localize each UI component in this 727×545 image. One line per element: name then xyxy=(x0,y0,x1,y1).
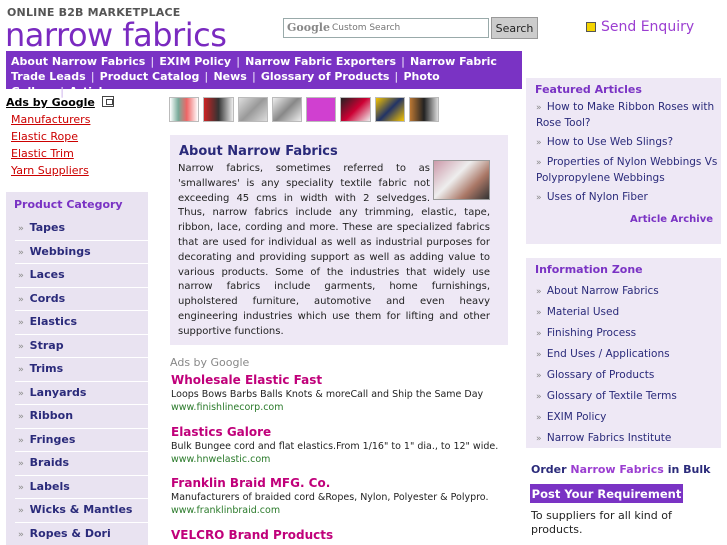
thumbnail-trims[interactable] xyxy=(374,97,405,122)
category-item[interactable]: » Elastics xyxy=(15,311,148,335)
info-link[interactable]: » About Narrow Fabrics xyxy=(526,284,721,300)
ad-title[interactable]: Franklin Braid MFG. Co. xyxy=(171,476,511,490)
nav-about[interactable]: About Narrow Fabrics xyxy=(11,55,145,68)
send-enquiry-label: Send Enquiry xyxy=(601,19,695,35)
category-item[interactable]: » Fringes xyxy=(15,429,148,452)
about-title: About Narrow Fabrics xyxy=(179,144,338,159)
article-link[interactable]: » Properties of Nylon Webbings Vs Polypr… xyxy=(526,155,721,186)
site-logo[interactable]: narrow fabrics xyxy=(5,16,227,54)
category-item[interactable]: » Webbings xyxy=(15,241,148,264)
ad-url[interactable]: www.finishlinecorp.com xyxy=(171,402,511,413)
send-enquiry-link[interactable]: Send Enquiry xyxy=(586,19,694,35)
info-link[interactable]: » Material Used xyxy=(526,305,721,321)
product-thumbnails xyxy=(169,97,439,122)
featured-articles-title: Featured Articles xyxy=(535,83,642,96)
search-button[interactable]: Search xyxy=(491,17,538,39)
ad-description: Manufacturers of braided cord &Ropes, Ny… xyxy=(171,492,489,503)
thumbnail-ribbon[interactable] xyxy=(408,97,439,122)
nav-news[interactable]: News xyxy=(213,70,246,83)
ad-description: Loops Bows Barbs Balls Knots & moreCall … xyxy=(171,389,484,400)
category-item[interactable]: » Braids xyxy=(15,452,148,476)
information-zone-title: Information Zone xyxy=(535,263,643,276)
thumbnail-webbings[interactable] xyxy=(203,97,234,122)
category-item[interactable]: » Tapes xyxy=(15,217,148,241)
thumbnail-laces[interactable] xyxy=(237,97,268,122)
ad-link-elastic-trim[interactable]: Elastic Trim xyxy=(6,147,148,160)
ad-title[interactable]: Elastics Galore xyxy=(171,425,511,439)
google-ad: Elastics Galore Bulk Bungee cord and fla… xyxy=(171,425,511,465)
left-ads: Ads by Google Manufacturers Elastic Rope… xyxy=(6,96,148,177)
ad-url[interactable]: www.hnwelastic.com xyxy=(171,454,511,465)
ads-by-google-heading[interactable]: Ads by Google xyxy=(6,96,95,109)
google-ad: Wholesale Elastic Fast Loops Bows Barbs … xyxy=(171,373,511,413)
product-category-box: Product Category » Tapes » Webbings » La… xyxy=(6,192,148,545)
article-link[interactable]: » How to Make Ribbon Roses with Rose Too… xyxy=(526,100,721,131)
category-item[interactable]: » Laces xyxy=(15,264,148,288)
category-item[interactable]: » Ropes & Dori xyxy=(15,523,148,545)
category-item[interactable]: » Wicks & Mantles xyxy=(15,499,148,523)
ad-link-elastic-rope[interactable]: Elastic Rope xyxy=(6,130,148,143)
ad-description: Bulk Bungee cord and flat elastics.From … xyxy=(171,441,499,452)
ad-title[interactable]: Wholesale Elastic Fast xyxy=(171,373,511,387)
thumbnail-cords[interactable] xyxy=(271,97,302,122)
order-heading: Order Narrow Fabrics in Bulk xyxy=(531,463,711,476)
category-item[interactable]: » Trims xyxy=(15,358,148,382)
info-link[interactable]: » Glossary of Products xyxy=(526,368,721,384)
category-item[interactable]: » Cords xyxy=(15,288,148,311)
info-link[interactable]: » Finishing Process xyxy=(526,326,721,342)
ad-url[interactable]: www.franklinbraid.com xyxy=(171,505,511,516)
nav-catalog[interactable]: Product Catalog xyxy=(100,70,200,83)
information-zone-box: Information Zone » About Narrow Fabrics … xyxy=(526,258,721,448)
ad-link-yarn-suppliers[interactable]: Yarn Suppliers xyxy=(6,164,148,177)
category-item[interactable]: » Lanyards xyxy=(15,382,148,405)
info-link[interactable]: » Glossary of Textile Terms xyxy=(526,389,721,405)
center-ads-label: Ads by Google xyxy=(170,356,250,369)
product-category-title: Product Category xyxy=(14,198,123,211)
nav-exim[interactable]: EXIM Policy xyxy=(159,55,231,68)
search-input[interactable] xyxy=(284,19,488,37)
post-requirement-note: To suppliers for all kind of products. xyxy=(531,509,672,536)
featured-articles-box: Featured Articles » How to Make Ribbon R… xyxy=(526,78,721,244)
article-link[interactable]: » Uses of Nylon Fiber xyxy=(526,190,721,206)
about-text: Narrow fabrics, sometimes referred to as… xyxy=(178,163,490,337)
category-item[interactable]: » Strap xyxy=(15,335,148,358)
search-box[interactable]: Google xyxy=(283,18,489,38)
article-link[interactable]: » How to Use Web Slings? xyxy=(526,135,721,151)
thumbnail-elastics[interactable] xyxy=(306,97,337,122)
info-link[interactable]: » EXIM Policy xyxy=(526,410,721,426)
google-ad: VELCRO Brand Products xyxy=(171,528,511,542)
post-requirement-button[interactable]: Post Your Requirement xyxy=(530,484,683,503)
category-item[interactable]: » Labels xyxy=(15,476,148,499)
info-link[interactable]: » End Uses / Applications xyxy=(526,347,721,363)
thumbnail-tapes[interactable] xyxy=(169,97,200,122)
category-item[interactable]: » Ribbon xyxy=(15,405,148,429)
ad-link-manufacturers[interactable]: Manufacturers xyxy=(6,113,148,126)
ad-title[interactable]: VELCRO Brand Products xyxy=(171,528,511,542)
about-box: About Narrow Fabrics Narrow fabrics, som… xyxy=(170,135,508,345)
main-nav: About Narrow Fabrics | EXIM Policy | Narrow … xyxy=(6,51,522,98)
nav-glossary[interactable]: Glossary of Products xyxy=(261,70,390,83)
enquiry-icon xyxy=(586,22,596,32)
google-ad: Franklin Braid MFG. Co. Manufacturers of… xyxy=(171,476,511,516)
ad-choices-icon[interactable] xyxy=(102,96,114,107)
nav-exporters[interactable]: Narrow Fabric Exporters xyxy=(245,55,396,68)
thumbnail-strap[interactable] xyxy=(340,97,371,122)
info-link[interactable]: » Narrow Fabrics Institute xyxy=(526,431,721,447)
article-archive-link[interactable]: Article Archive xyxy=(630,214,713,225)
